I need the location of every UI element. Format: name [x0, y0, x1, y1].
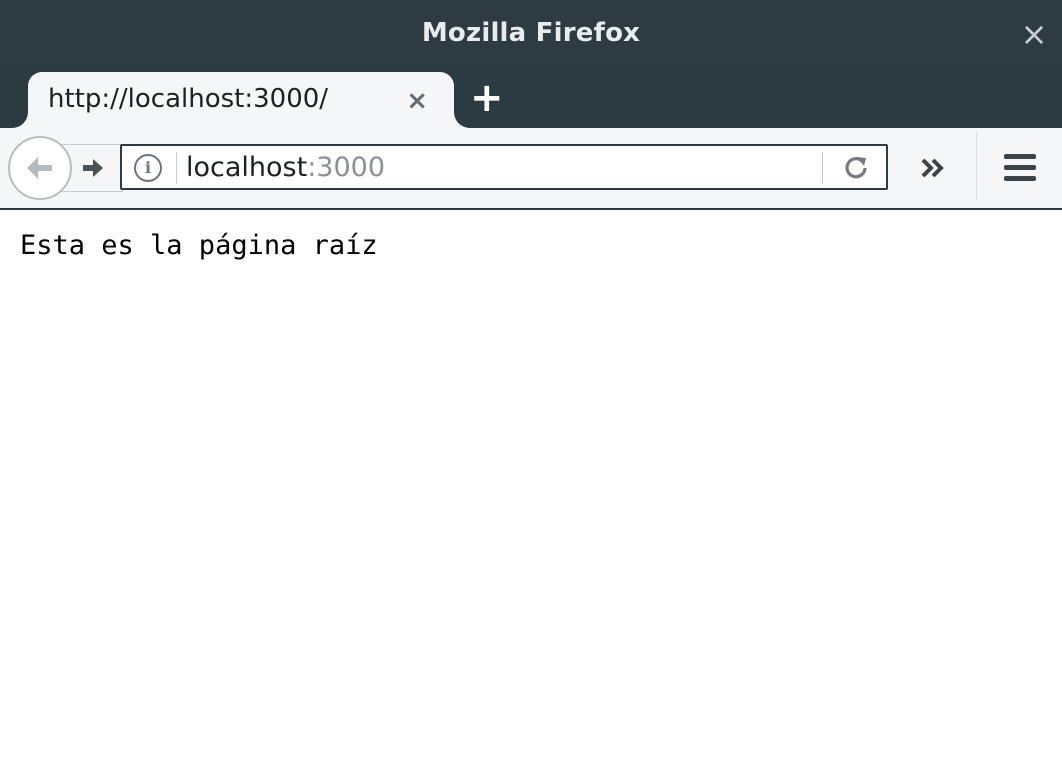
overflow-menu-button[interactable] [916, 150, 952, 186]
title-bar: Mozilla Firefox × [0, 0, 1062, 68]
window-close-button[interactable]: × [1020, 18, 1048, 50]
tab-close-button[interactable]: × [406, 86, 428, 116]
reload-button[interactable] [840, 152, 872, 184]
url-separator-right [822, 152, 823, 184]
main-menu-button[interactable] [1000, 148, 1040, 188]
reload-icon [845, 157, 867, 179]
info-icon[interactable]: i [134, 154, 162, 182]
hamburger-menu-icon [1004, 154, 1036, 181]
toolbar-separator [976, 132, 977, 200]
url-port: :3000 [307, 152, 386, 183]
url-host: localhost [186, 152, 308, 183]
forward-arrow-icon [83, 159, 103, 177]
new-tab-button[interactable]: + [470, 76, 504, 120]
page-body-text: Esta es la página raíz [20, 230, 378, 261]
back-arrow-icon [27, 157, 52, 179]
window-title: Mozilla Firefox [421, 18, 641, 48]
chevron-double-right-icon [921, 158, 944, 178]
tab-strip: http://localhost:3000/ × + [0, 68, 1062, 128]
url-bar[interactable]: i localhost:3000 [120, 144, 888, 190]
tab-active[interactable]: http://localhost:3000/ × [28, 72, 454, 128]
back-button[interactable] [8, 136, 72, 200]
tab-title: http://localhost:3000/ [48, 84, 329, 114]
page-content: Esta es la página raíz [0, 210, 1062, 784]
navigation-toolbar: i localhost:3000 [0, 128, 1062, 210]
browser-window: Mozilla Firefox × http://localhost:3000/… [0, 0, 1062, 784]
url-text[interactable]: localhost:3000 [186, 152, 385, 183]
url-separator [176, 152, 177, 184]
